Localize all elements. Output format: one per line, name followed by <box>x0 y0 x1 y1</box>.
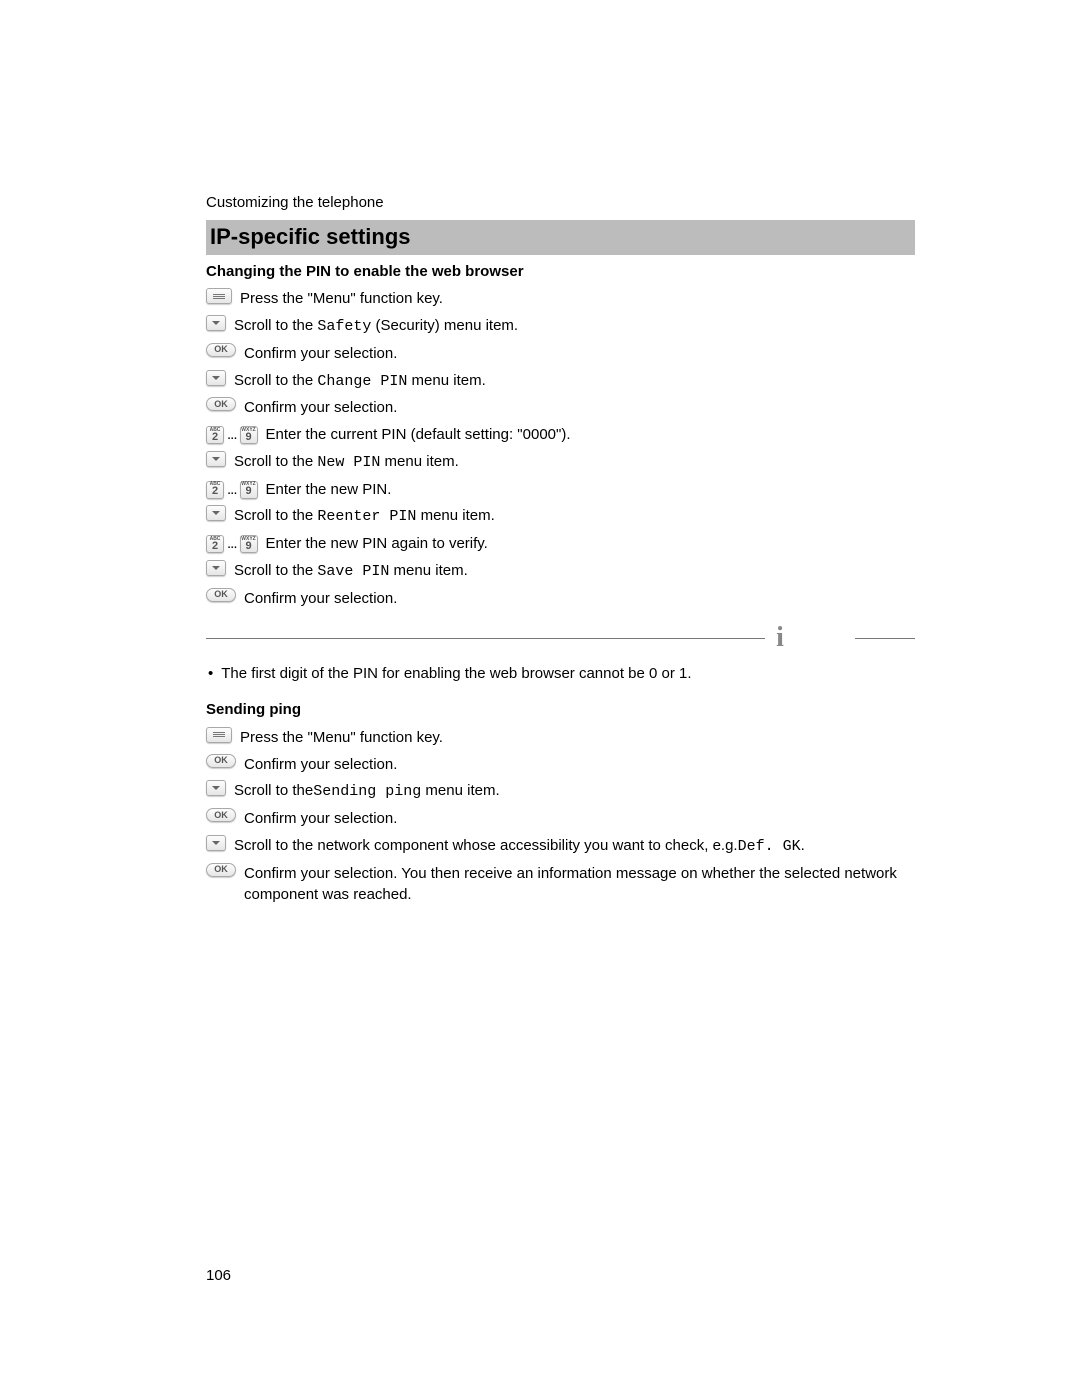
step-text: Scroll to the Save PIN menu item. <box>234 560 915 583</box>
step-text: Confirm your selection. <box>244 343 915 365</box>
step: Scroll to theSending ping menu item. <box>206 780 915 803</box>
step: Scroll to the Safety (Security) menu ite… <box>206 315 915 338</box>
step-text: Confirm your selection. <box>244 754 915 776</box>
info-divider: i <box>206 623 915 653</box>
note-text: The first digit of the PIN for enabling … <box>221 663 691 685</box>
step-text: Confirm your selection. <box>244 397 915 419</box>
step: Scroll to the Save PIN menu item. <box>206 560 915 583</box>
subheading-sending-ping: Sending ping <box>206 699 915 721</box>
step-text: Scroll to theSending ping menu item. <box>234 780 915 803</box>
menu-key-icon <box>206 727 232 743</box>
step-text: Scroll to the Change PIN menu item. <box>234 370 915 393</box>
step: Press the "Menu" function key. <box>206 288 915 310</box>
down-arrow-key-icon <box>206 315 226 331</box>
step-text: Scroll to the Safety (Security) menu ite… <box>234 315 915 338</box>
page-number: 106 <box>206 1265 231 1287</box>
ok-key-icon: OK <box>206 397 236 411</box>
menu-key-icon <box>206 288 232 304</box>
down-arrow-key-icon <box>206 835 226 851</box>
step-text: Scroll to the Reenter PIN menu item. <box>234 505 915 528</box>
info-icon: i <box>765 627 795 649</box>
key-2-icon: ABC2 <box>206 535 224 553</box>
key-2-icon: ABC2 <box>206 426 224 444</box>
step-text: Scroll to the New PIN menu item. <box>234 451 915 474</box>
step-text: Confirm your selection. <box>244 588 915 610</box>
step-text: Confirm your selection. You then receive… <box>244 863 915 907</box>
key-9-icon: WXYZ9 <box>240 481 258 499</box>
step: OK Confirm your selection. <box>206 588 915 610</box>
step-text: Press the "Menu" function key. <box>240 727 915 749</box>
step: OK Confirm your selection. You then rece… <box>206 863 915 907</box>
ok-key-icon: OK <box>206 808 236 822</box>
note-bullet: The first digit of the PIN for enabling … <box>206 663 915 685</box>
step-text: Enter the current PIN (default setting: … <box>266 424 915 446</box>
step: ABC2 ... WXYZ9 Enter the new PIN again t… <box>206 533 915 555</box>
step: Press the "Menu" function key. <box>206 727 915 749</box>
document-page: Customizing the telephone IP-specific se… <box>0 0 1080 1397</box>
key-2-icon: ABC2 <box>206 481 224 499</box>
steps-list-2: Press the "Menu" function key. OK Confir… <box>206 727 915 906</box>
step: OK Confirm your selection. <box>206 397 915 419</box>
ok-key-icon: OK <box>206 588 236 602</box>
down-arrow-key-icon <box>206 370 226 386</box>
subheading-change-pin: Changing the PIN to enable the web brows… <box>206 261 915 283</box>
breadcrumb: Customizing the telephone <box>206 192 915 214</box>
section-header: IP-specific settings <box>206 220 915 255</box>
down-arrow-key-icon <box>206 451 226 467</box>
step-text: Enter the new PIN again to verify. <box>266 533 915 555</box>
down-arrow-key-icon <box>206 780 226 796</box>
step: ABC2 ... WXYZ9 Enter the current PIN (de… <box>206 424 915 446</box>
key-9-icon: WXYZ9 <box>240 426 258 444</box>
step: OK Confirm your selection. <box>206 808 915 830</box>
step: Scroll to the Change PIN menu item. <box>206 370 915 393</box>
down-arrow-key-icon <box>206 505 226 521</box>
step: Scroll to the New PIN menu item. <box>206 451 915 474</box>
number-keys-icon: ABC2 ... WXYZ9 <box>206 424 258 446</box>
step: Scroll to the Reenter PIN menu item. <box>206 505 915 528</box>
key-9-icon: WXYZ9 <box>240 535 258 553</box>
step-text: Scroll to the network component whose ac… <box>234 835 915 858</box>
step: OK Confirm your selection. <box>206 754 915 776</box>
step: Scroll to the network component whose ac… <box>206 835 915 858</box>
ok-key-icon: OK <box>206 863 236 877</box>
number-keys-icon: ABC2 ... WXYZ9 <box>206 533 258 555</box>
ok-key-icon: OK <box>206 754 236 768</box>
step: ABC2 ... WXYZ9 Enter the new PIN. <box>206 479 915 501</box>
number-keys-icon: ABC2 ... WXYZ9 <box>206 479 258 501</box>
steps-list-1: Press the "Menu" function key. Scroll to… <box>206 288 915 609</box>
step: OK Confirm your selection. <box>206 343 915 365</box>
step-text: Confirm your selection. <box>244 808 915 830</box>
down-arrow-key-icon <box>206 560 226 576</box>
step-text: Enter the new PIN. <box>266 479 915 501</box>
ok-key-icon: OK <box>206 343 236 357</box>
step-text: Press the "Menu" function key. <box>240 288 915 310</box>
